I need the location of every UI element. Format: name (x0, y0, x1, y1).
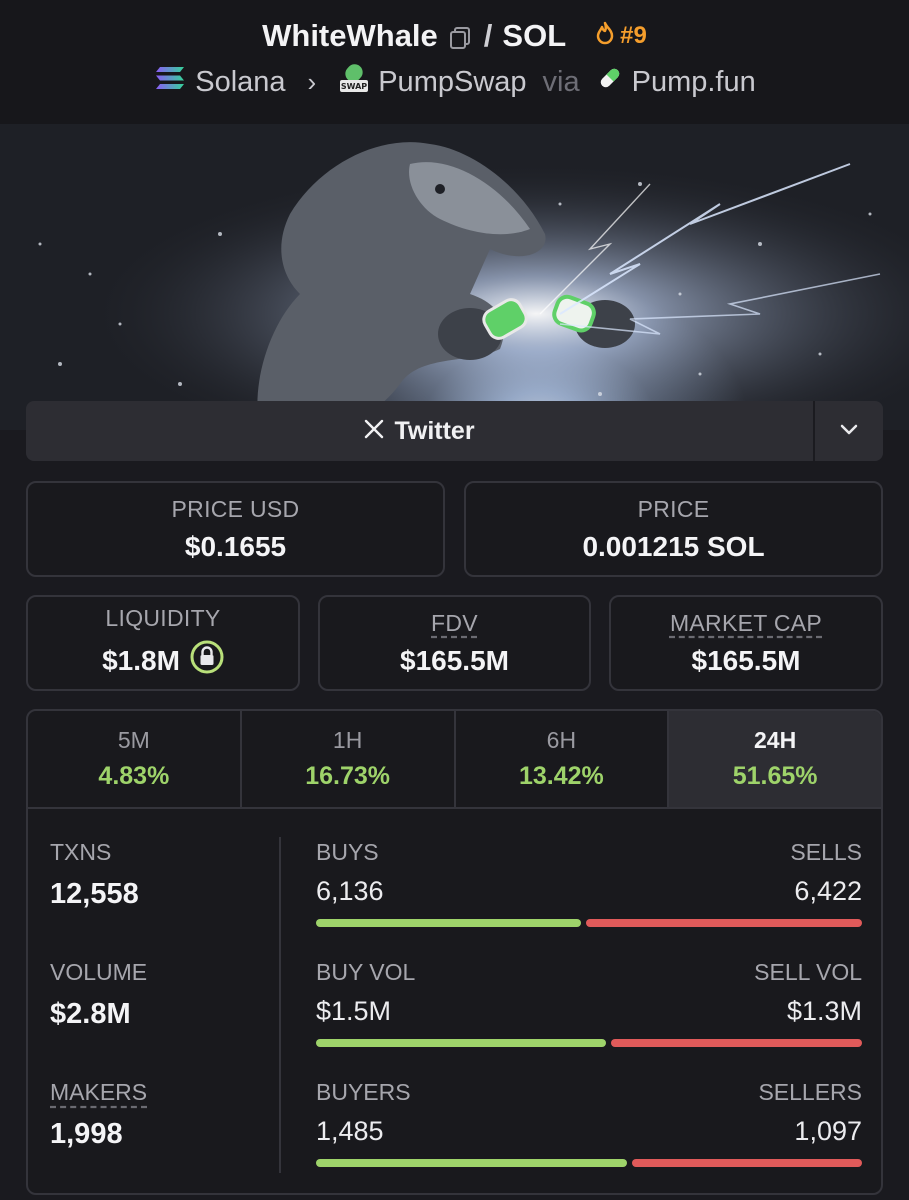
breadcrumb: Solana › SWAP PumpSwap via Pump.fun (0, 62, 909, 102)
volume-value: $2.8M (50, 998, 131, 1030)
makers-ratio-bar (316, 1159, 862, 1167)
volume-ratio-bar (316, 1039, 862, 1047)
volume-split-row: BUY VOL SELL VOL $1.5M $1.3M (316, 959, 862, 1047)
makers-value: 1,998 (50, 1118, 123, 1150)
quote-token: SOL (502, 18, 567, 53)
twitter-label: Twitter (394, 416, 475, 445)
chevron-right-icon: › (307, 66, 317, 97)
chain-link[interactable]: Solana (195, 66, 285, 99)
lock-icon[interactable] (190, 640, 224, 681)
pill-icon (596, 64, 624, 100)
tab-label: 24H (754, 727, 797, 753)
token-banner-image (0, 124, 909, 430)
tab-label: 6H (546, 727, 577, 753)
volume-stat: VOLUME $2.8M (50, 959, 147, 1031)
pumpswap-icon: SWAP (338, 62, 370, 102)
copy-icon[interactable] (448, 23, 474, 49)
makers-stat: MAKERS 1,998 (50, 1079, 147, 1151)
buys-label: BUYS (316, 839, 379, 865)
fdv-card: FDV $165.5M (318, 595, 591, 691)
fdv-label[interactable]: FDV (431, 610, 478, 637)
sell-bar (632, 1159, 862, 1167)
sells-label: SELLS (790, 839, 862, 865)
liquidity-label: LIQUIDITY (105, 605, 221, 631)
column-divider (279, 837, 281, 1173)
price-native-value: 0.001215 SOL (582, 530, 765, 562)
pair-header: WhiteWhale / SOL #9 Solana › SWAP PumpSw… (0, 0, 909, 124)
buys-value: 6,136 (316, 876, 384, 906)
makers-label[interactable]: MAKERS (50, 1079, 147, 1106)
timeframe-tabs: 5M 4.83% 1H 16.73% 6H 13.42% 24H 51.65% (28, 711, 881, 809)
txns-label: TXNS (50, 839, 112, 865)
market-cap-label[interactable]: MARKET CAP (670, 610, 822, 637)
flame-icon (594, 21, 616, 52)
tab-change: 13.42% (518, 762, 604, 790)
rank-value: #9 (620, 22, 647, 49)
tab-5m[interactable]: 5M 4.83% (28, 711, 242, 807)
trending-rank[interactable]: #9 (594, 21, 647, 52)
price-label: PRICE (637, 495, 710, 522)
via-label: via (542, 65, 580, 98)
x-logo-icon (364, 417, 384, 446)
dex-link[interactable]: PumpSwap (378, 66, 526, 99)
sell-bar (611, 1039, 862, 1047)
buys-sells-row: BUYS SELLS 6,136 6,422 (316, 839, 862, 927)
sell-vol-value: $1.3M (786, 996, 862, 1026)
tab-change: 16.73% (305, 762, 391, 790)
solana-icon (153, 64, 187, 100)
token-name: WhiteWhale (262, 18, 438, 53)
buy-vol-label: BUY VOL (316, 959, 416, 985)
liquidity-value: $1.8M (102, 644, 180, 676)
tab-change: 51.65% (732, 762, 818, 790)
buyers-label: BUYERS (316, 1079, 411, 1105)
chevron-down-icon (839, 422, 859, 441)
social-links-bar: Twitter (26, 401, 883, 461)
sells-value: 6,422 (794, 876, 862, 906)
volume-label: VOLUME (50, 959, 148, 985)
market-cap-value: $165.5M (691, 644, 801, 676)
tab-24h[interactable]: 24H 51.65% (669, 711, 881, 807)
more-links-dropdown[interactable] (815, 401, 883, 461)
tab-1h[interactable]: 1H 16.73% (242, 711, 456, 807)
txns-stat: TXNS 12,558 (50, 839, 139, 911)
tab-label: 5M (117, 727, 150, 753)
launchpad-link[interactable]: Pump.fun (632, 66, 756, 99)
price-usd-card: PRICE USD $0.1655 (26, 481, 445, 577)
buy-bar (316, 1159, 627, 1167)
pair-separator: / (483, 18, 493, 53)
tab-change: 4.83% (98, 762, 170, 790)
buys-sells-ratio-bar (316, 919, 862, 927)
svg-text:SWAP: SWAP (341, 82, 367, 91)
fdv-value: $165.5M (400, 644, 509, 676)
buyers-value: 1,485 (316, 1116, 384, 1146)
sellers-label: SELLERS (758, 1079, 862, 1105)
buy-bar (316, 1039, 606, 1047)
sellers-value: 1,097 (794, 1116, 862, 1146)
price-usd-value: $0.1655 (184, 530, 287, 562)
twitter-button[interactable]: Twitter (26, 401, 813, 461)
sell-vol-label: SELL VOL (754, 959, 862, 985)
price-usd-label: PRICE USD (171, 495, 300, 522)
liquidity-card: LIQUIDITY $1.8M (26, 595, 300, 691)
liquidity-value-row: $1.8M (102, 640, 224, 681)
timeframe-stats-panel: 5M 4.83% 1H 16.73% 6H 13.42% 24H 51.65% … (26, 709, 883, 1195)
price-native-card: PRICE 0.001215 SOL (464, 481, 883, 577)
buy-bar (316, 919, 581, 927)
buy-vol-value: $1.5M (316, 996, 392, 1026)
makers-split-row: BUYERS SELLERS 1,485 1,097 (316, 1079, 862, 1167)
txns-value: 12,558 (50, 878, 139, 910)
market-cap-card: MARKET CAP $165.5M (609, 595, 883, 691)
tab-label: 1H (332, 727, 363, 753)
tab-6h[interactable]: 6H 13.42% (456, 711, 670, 807)
sell-bar (586, 919, 862, 927)
pair-title: WhiteWhale / SOL #9 (0, 14, 909, 58)
